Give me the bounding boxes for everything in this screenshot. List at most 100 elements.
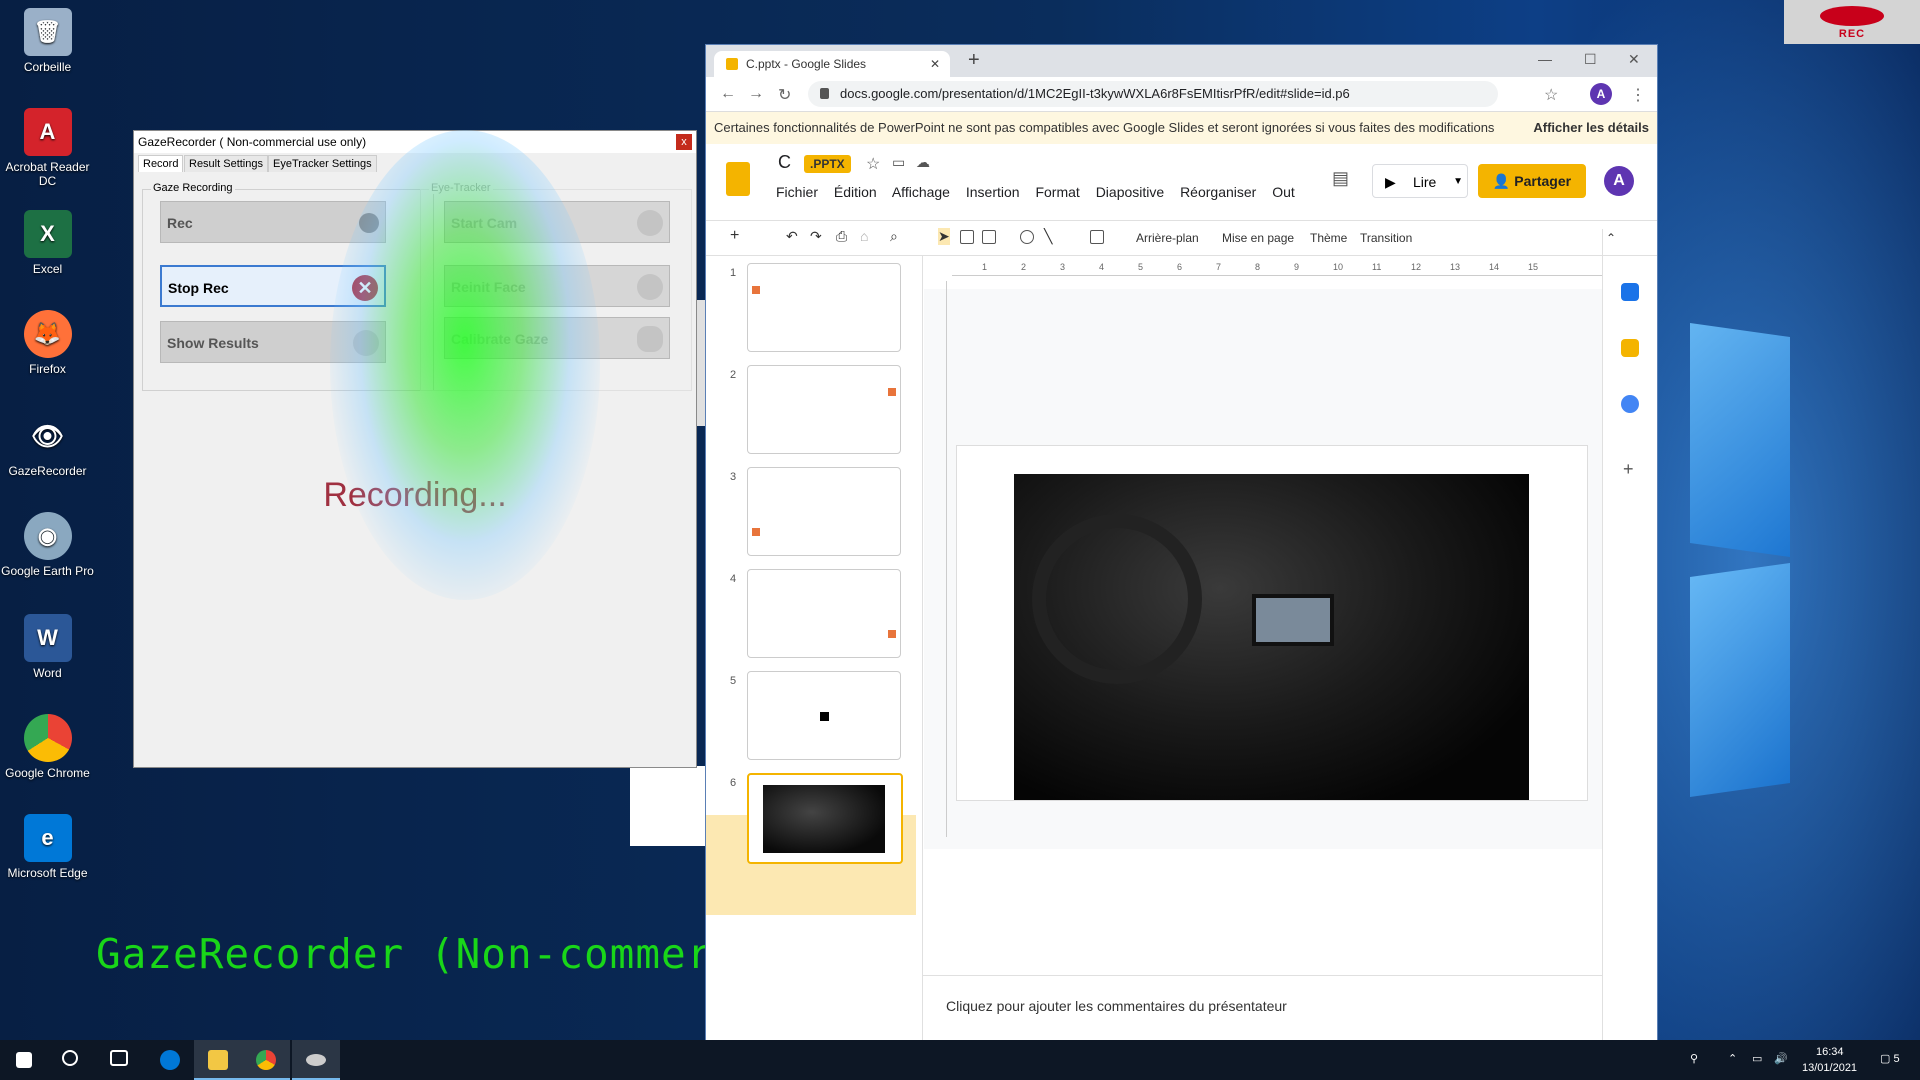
clock-date[interactable]: 13/01/2021 bbox=[1802, 1062, 1857, 1074]
volume-icon[interactable]: 🔊 bbox=[1774, 1052, 1788, 1065]
menu-reorganiser[interactable]: Réorganiser bbox=[1180, 184, 1256, 200]
chevron-down-icon[interactable]: ▼ bbox=[1453, 165, 1463, 199]
slide-thumbnail[interactable] bbox=[747, 467, 901, 556]
chevron-up-icon[interactable]: ⌃ bbox=[1728, 1052, 1737, 1065]
maximize-icon[interactable]: ☐ bbox=[1584, 51, 1597, 68]
slide-thumbnail[interactable] bbox=[747, 569, 901, 658]
comments-icon[interactable]: ▤ bbox=[1332, 168, 1349, 189]
menu-diapositive[interactable]: Diapositive bbox=[1096, 184, 1164, 200]
current-slide[interactable] bbox=[956, 445, 1588, 801]
task-view-icon bbox=[110, 1050, 128, 1066]
tab-record[interactable]: Record bbox=[138, 155, 184, 172]
menu-edition[interactable]: Édition bbox=[834, 184, 877, 200]
text-box-icon[interactable] bbox=[960, 230, 974, 244]
rec-button[interactable]: Rec bbox=[160, 201, 386, 243]
menu-insertion[interactable]: Insertion bbox=[966, 184, 1020, 200]
forward-icon[interactable]: → bbox=[748, 85, 764, 103]
stop-rec-button[interactable]: Stop Rec ✕ bbox=[160, 265, 386, 307]
car-interior-image[interactable] bbox=[1014, 474, 1529, 800]
infobar-details-link[interactable]: Afficher les détails bbox=[1533, 112, 1649, 144]
network-icon[interactable]: ▭ bbox=[1752, 1052, 1762, 1065]
taskbar-explorer[interactable] bbox=[194, 1040, 242, 1080]
search-button[interactable] bbox=[48, 1040, 96, 1080]
slide-thumbnail[interactable] bbox=[747, 671, 901, 760]
menu-bar: Fichier Édition Affichage Insertion Form… bbox=[776, 184, 1307, 200]
menu-outils[interactable]: Out bbox=[1272, 184, 1295, 200]
desktop-icon-chrome[interactable]: Google Chrome bbox=[0, 714, 95, 780]
present-button[interactable]: ▶ Lire ▼ bbox=[1372, 164, 1468, 198]
undo-icon[interactable]: ↶ bbox=[786, 228, 798, 245]
minimize-icon[interactable]: — bbox=[1538, 51, 1552, 67]
slides-logo-icon[interactable] bbox=[726, 162, 750, 196]
shape-icon[interactable] bbox=[1020, 230, 1034, 244]
notification-button[interactable]: ▢ 5 bbox=[1880, 1052, 1900, 1065]
slides-favicon-icon bbox=[726, 58, 738, 70]
tasks-icon[interactable] bbox=[1621, 395, 1639, 413]
share-button[interactable]: 👤 Partager bbox=[1478, 164, 1586, 198]
print-icon[interactable]: ⎙ bbox=[836, 228, 847, 245]
zoom-icon[interactable]: ⌕ bbox=[890, 228, 898, 245]
desktop-icon-label: Firefox bbox=[29, 362, 66, 376]
menu-kebab-icon[interactable]: ⋮ bbox=[1630, 85, 1646, 105]
reload-icon[interactable]: ↻ bbox=[778, 85, 791, 105]
desktop-icon-acrobat[interactable]: A Acrobat Reader DC bbox=[0, 108, 95, 188]
add-addon-icon[interactable]: + bbox=[1623, 459, 1634, 480]
slide-thumbnail[interactable] bbox=[747, 263, 901, 352]
reinit-face-button[interactable]: Reinit Face bbox=[444, 265, 670, 307]
slide-thumbnail-selected[interactable] bbox=[747, 773, 903, 864]
redo-icon[interactable]: ↷ bbox=[810, 228, 822, 245]
close-button[interactable]: x bbox=[676, 134, 692, 150]
start-cam-button[interactable]: Start Cam bbox=[444, 201, 670, 243]
bookmark-star-icon[interactable]: ☆ bbox=[1544, 85, 1558, 105]
menu-format[interactable]: Format bbox=[1035, 184, 1079, 200]
close-window-icon[interactable]: ✕ bbox=[1628, 51, 1640, 68]
tab-eyetracker-settings[interactable]: EyeTracker Settings bbox=[268, 155, 377, 172]
cloud-status-icon: ☁ bbox=[916, 154, 930, 170]
back-icon[interactable]: ← bbox=[720, 85, 736, 103]
image-icon[interactable] bbox=[982, 230, 996, 244]
calibrate-gaze-button[interactable]: Calibrate Gaze bbox=[444, 317, 670, 359]
select-cursor-icon[interactable]: ➤ bbox=[938, 228, 950, 245]
layout-button[interactable]: Mise en page bbox=[1222, 231, 1294, 245]
profile-avatar[interactable]: A bbox=[1590, 83, 1612, 105]
notification-icon: ▢ bbox=[1880, 1053, 1891, 1065]
menu-affichage[interactable]: Affichage bbox=[892, 184, 950, 200]
speaker-notes[interactable]: Cliquez pour ajouter les commentaires du… bbox=[922, 975, 1602, 1041]
taskbar: ⚲ ⌃ ▭ 🔊 16:34 13/01/2021 ▢ 5 bbox=[0, 1040, 1920, 1080]
url-bar[interactable]: docs.google.com/presentation/d/1MC2EgII-… bbox=[808, 81, 1498, 107]
desktop-icon-word[interactable]: W Word bbox=[0, 614, 95, 680]
move-folder-icon[interactable]: ▭ bbox=[892, 154, 905, 171]
star-icon[interactable]: ☆ bbox=[866, 154, 880, 174]
desktop-icon-excel[interactable]: X Excel bbox=[0, 210, 95, 276]
transition-button[interactable]: Transition bbox=[1360, 231, 1412, 245]
tab-result-settings[interactable]: Result Settings bbox=[184, 155, 268, 172]
desktop-icon-edge[interactable]: e Microsoft Edge bbox=[0, 814, 95, 880]
background-button[interactable]: Arrière-plan bbox=[1136, 231, 1199, 245]
task-view-button[interactable] bbox=[96, 1040, 144, 1080]
desktop-icon-google-earth[interactable]: ◉ Google Earth Pro bbox=[0, 512, 95, 578]
add-comment-icon[interactable] bbox=[1090, 230, 1104, 244]
keep-icon[interactable] bbox=[1621, 339, 1639, 357]
slide-thumbnail[interactable] bbox=[747, 365, 901, 454]
taskbar-gazerecorder[interactable] bbox=[292, 1040, 340, 1080]
browser-tab[interactable]: C.pptx - Google Slides ✕ bbox=[714, 51, 950, 77]
desktop-icon-gazerecorder[interactable]: 👁 GazeRecorder bbox=[0, 412, 95, 479]
new-tab-button[interactable]: + bbox=[968, 49, 980, 72]
document-title[interactable]: C bbox=[778, 152, 791, 173]
theme-button[interactable]: Thème bbox=[1310, 231, 1347, 245]
add-slide-icon[interactable]: + bbox=[730, 227, 739, 245]
desktop-icon-recycle-bin[interactable]: 🗑 Corbeille bbox=[0, 8, 95, 74]
menu-fichier[interactable]: Fichier bbox=[776, 184, 818, 200]
people-icon[interactable]: ⚲ bbox=[1690, 1052, 1698, 1065]
paint-format-icon[interactable]: ⌂ bbox=[860, 228, 868, 244]
taskbar-chrome[interactable] bbox=[242, 1040, 290, 1080]
clock-time[interactable]: 16:34 bbox=[1816, 1046, 1844, 1058]
taskbar-edge[interactable] bbox=[146, 1040, 194, 1080]
account-avatar[interactable]: A bbox=[1604, 166, 1634, 196]
close-tab-icon[interactable]: ✕ bbox=[930, 51, 940, 77]
calendar-icon[interactable] bbox=[1621, 283, 1639, 301]
line-icon[interactable]: ╲ bbox=[1044, 228, 1052, 245]
start-button[interactable] bbox=[0, 1040, 48, 1080]
desktop-icon-firefox[interactable]: 🦊 Firefox bbox=[0, 310, 95, 376]
show-results-button[interactable]: Show Results bbox=[160, 321, 386, 363]
